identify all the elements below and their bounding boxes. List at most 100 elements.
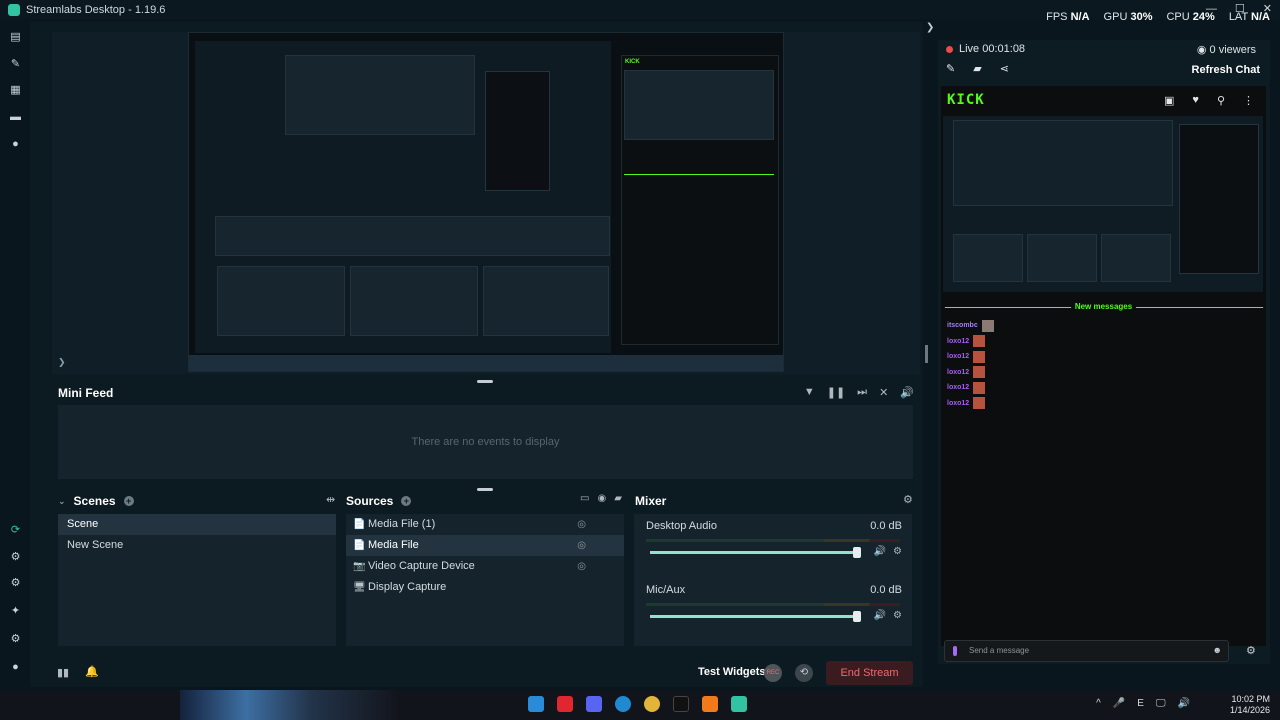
emoji-icon[interactable]: ☻ — [1213, 645, 1222, 655]
library-icon[interactable]: ▬ — [10, 112, 21, 123]
notification-bell-icon[interactable]: 🔔 — [85, 665, 99, 678]
volume-slider[interactable] — [650, 551, 860, 554]
replay-buffer-icon[interactable]: ⟲ — [795, 664, 813, 682]
add-icon[interactable]: ✦ — [10, 606, 21, 617]
folder-open-icon[interactable]: ▰ — [973, 62, 981, 75]
mixer-channel: Mic/Aux 0.0 dB 🔊 ⚙ — [634, 578, 912, 642]
source-item[interactable]: 📄 Media File (1) ◎ — [346, 514, 624, 535]
selective-recording-icon[interactable]: ▭ — [580, 493, 589, 504]
mic-icon[interactable] — [953, 646, 957, 656]
minifeed-body: There are no events to display — [58, 405, 913, 479]
chat-message: itscombc — [947, 318, 994, 334]
scene-item[interactable]: New Scene — [58, 535, 336, 556]
youtube-icon[interactable] — [557, 696, 573, 712]
record-button[interactable]: REC — [764, 664, 782, 682]
discord-icon[interactable] — [586, 696, 602, 712]
source-item[interactable]: 📄 Media File ◎ — [346, 535, 624, 556]
microphone-icon[interactable]: 🎤 — [1113, 698, 1125, 709]
chat-resize-handle[interactable] — [925, 345, 928, 363]
chat-username[interactable]: itscombc — [947, 322, 978, 329]
chrome-icon[interactable] — [644, 696, 660, 712]
stats-chart-icon[interactable]: ▮▮ — [57, 666, 69, 679]
refresh-chat-button[interactable]: Refresh Chat — [1192, 64, 1260, 76]
collapse-chat-icon[interactable]: ❯ — [926, 22, 934, 33]
source-item[interactable]: 📷 Video Capture Device ◎ — [346, 556, 624, 577]
chat-username[interactable]: loxo12 — [947, 353, 969, 360]
system-clock[interactable]: 10:02 PM 1/14/2026 — [1230, 694, 1270, 716]
channel-settings-icon[interactable]: ⚙ — [893, 610, 902, 621]
add-source-icon[interactable]: + — [401, 496, 412, 506]
edge-icon[interactable] — [615, 696, 631, 712]
mute-alerts-icon[interactable]: ✕ — [879, 386, 888, 399]
crash-icon[interactable]: ⚙ — [10, 552, 21, 563]
chat-username[interactable]: loxo12 — [947, 369, 969, 376]
share-icon[interactable]: ⋖ — [1000, 62, 1009, 75]
emote-icon — [973, 381, 986, 394]
kick-chat-embed: KICK ▣ ♥ ⚲ ⋮ New messages itscombc loxo1… — [941, 86, 1266, 646]
stream-preview[interactable]: KICK — [188, 32, 784, 372]
search-icon[interactable]: ⚲ — [1217, 94, 1225, 107]
dashboard-icon[interactable]: ▤ — [10, 32, 21, 43]
folder-icon[interactable]: ▰ — [614, 493, 622, 504]
edit-stream-info-icon[interactable]: ✎ — [946, 62, 955, 75]
end-stream-button[interactable]: End Stream — [826, 661, 913, 685]
scenes-list: Scene New Scene — [58, 514, 336, 646]
language-icon[interactable]: E — [1137, 698, 1144, 709]
profile-icon[interactable]: ● — [10, 662, 21, 673]
volume-slider-knob[interactable] — [853, 547, 861, 558]
store-icon[interactable]: ▦ — [10, 85, 21, 96]
collapse-left-icon[interactable]: ❯ — [58, 357, 66, 368]
scene-item[interactable]: Scene — [58, 514, 336, 535]
start-icon[interactable] — [528, 696, 544, 712]
volume-slider[interactable] — [650, 615, 860, 618]
streamlabs-taskbar-icon[interactable] — [731, 696, 747, 712]
volume-icon[interactable]: 🔊 — [900, 386, 914, 399]
heart-icon[interactable]: ♥ — [1192, 94, 1199, 107]
pause-icon[interactable]: ❚❚ — [827, 386, 845, 399]
scene-transitions-icon[interactable]: ⇹ — [326, 493, 335, 506]
more-vertical-icon[interactable]: ⋮ — [1243, 94, 1254, 107]
skip-icon[interactable]: ⏭ — [857, 386, 867, 399]
chat-username[interactable]: loxo12 — [947, 338, 969, 345]
test-widgets-button[interactable]: Test Widgets — [698, 666, 766, 678]
speaker-icon[interactable]: 🔊 — [874, 610, 886, 621]
visibility-icon[interactable]: ◎ — [577, 514, 586, 535]
os-taskbar: ^ 🎤 E 🖵 🔊 10:02 PM 1/14/2026 — [0, 690, 1280, 720]
sources-controls: ▭ ◉ ▰ — [580, 493, 622, 504]
volume-slider-knob[interactable] — [853, 611, 861, 622]
go-live-icon[interactable]: ⟳ — [10, 525, 21, 536]
filter-icon[interactable]: ▼ — [804, 386, 815, 399]
source-item[interactable]: 🖥 Display Capture — [346, 577, 624, 598]
mixer-title: Mixer — [635, 494, 667, 508]
mixer-settings-icon[interactable]: ⚙ — [903, 493, 913, 506]
visibility-icon[interactable]: ◎ — [577, 535, 586, 556]
visibility-icon[interactable]: ◎ — [577, 556, 586, 577]
speaker-icon[interactable]: 🔊 — [874, 546, 886, 557]
tiktok-icon[interactable] — [673, 696, 689, 712]
system-tray: ^ 🎤 E 🖵 🔊 — [1096, 698, 1190, 709]
add-scene-icon[interactable]: + — [123, 496, 134, 506]
chat-messages: itscombc loxo12 loxo12 loxo12 loxo12 lox… — [947, 318, 994, 411]
chat-input[interactable]: Send a message ☻ — [944, 640, 1229, 662]
live-indicator-icon — [946, 45, 953, 53]
resize-handle-lower[interactable] — [477, 488, 493, 491]
chevron-down-icon[interactable]: ⌄ — [58, 496, 66, 507]
chat-message: loxo12 — [947, 334, 994, 350]
emote-icon — [973, 350, 986, 363]
channel-settings-icon[interactable]: ⚙ — [893, 546, 902, 557]
calendar-icon[interactable]: ▣ — [1164, 94, 1174, 107]
chat-settings-icon[interactable]: ⚙ — [1246, 644, 1256, 657]
layout-icon[interactable]: ⚙ — [10, 578, 21, 589]
monitor-icon: 🖥 — [353, 582, 366, 593]
network-icon[interactable]: 🖵 — [1156, 698, 1166, 709]
chat-username[interactable]: loxo12 — [947, 384, 969, 391]
chat-username[interactable]: loxo12 — [947, 400, 969, 407]
themes-icon[interactable]: ✎ — [10, 59, 21, 70]
group-icon[interactable]: ◉ — [597, 493, 606, 504]
settings-icon[interactable]: ⚙ — [10, 634, 21, 645]
volume-tray-icon[interactable]: 🔊 — [1178, 698, 1190, 709]
app-launcher-icon[interactable] — [702, 696, 718, 712]
left-sidebar: ▤ ✎ ▦ ▬ ● ⟳ ⚙ ⚙ ✦ ⚙ ● — [0, 22, 30, 687]
tray-expand-icon[interactable]: ^ — [1096, 698, 1101, 709]
play-icon[interactable]: ● — [10, 139, 21, 150]
